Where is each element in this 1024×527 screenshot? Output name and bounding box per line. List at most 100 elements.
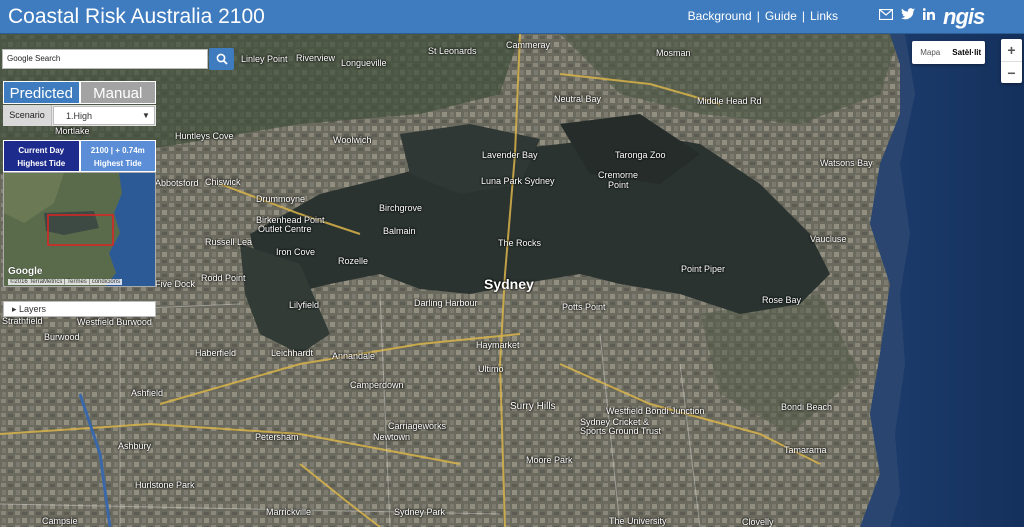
place-label: Carriageworks: [388, 421, 447, 431]
place-label: Darling Harbour: [414, 298, 478, 308]
tide-future-line1: 2100 | + 0.74m: [90, 146, 145, 155]
place-label: Watsons Bay: [820, 158, 873, 168]
place-label: Neutral Bay: [554, 94, 602, 104]
zoom-out-button[interactable]: −: [1001, 62, 1022, 84]
linkedin-icon[interactable]: [923, 8, 935, 20]
app-header: Coastal Risk Australia 2100 Background |…: [0, 0, 1024, 34]
place-label: Sports Ground Trust: [580, 426, 662, 436]
nav-guide-link[interactable]: Guide: [765, 9, 797, 23]
place-label: Westfield Bondi Junction: [606, 406, 705, 416]
place-label: Longueville: [341, 58, 387, 68]
scenario-label: Scenario: [3, 105, 52, 126]
zoom-control: + −: [1001, 39, 1022, 83]
place-label: Riverview: [296, 53, 336, 63]
map-type-map-button[interactable]: Mapa: [912, 48, 949, 57]
header-nav: Background | Guide | Links: [688, 9, 838, 23]
place-label-sydney: Sydney: [484, 276, 534, 292]
tide-future-button[interactable]: 2100 | + 0.74m Highest Tide: [79, 140, 156, 172]
place-label: St Leonards: [428, 46, 477, 56]
mode-tabs: Predicted Manual: [3, 81, 156, 104]
place-label: Russell Lea: [205, 237, 253, 247]
place-label: Strathfield: [2, 316, 43, 326]
place-label: Burwood: [44, 332, 80, 342]
place-label: Potts Point: [562, 302, 606, 312]
place-label: Surry Hills: [510, 401, 556, 412]
place-label: Cammeray: [506, 40, 551, 50]
search-button[interactable]: [209, 48, 234, 70]
tide-selector: Current Day Highest Tide 2100 | + 0.74m …: [3, 140, 156, 172]
place-label: Haymarket: [476, 340, 520, 350]
dropdown-arrow-icon: ▼: [142, 111, 150, 120]
place-label: Lilyfield: [289, 300, 320, 310]
place-label: Leichhardt: [271, 348, 314, 358]
tide-current-line1: Current Day: [18, 146, 65, 155]
place-label: Middle Head Rd: [697, 96, 762, 106]
minimap-attribution: ©2016 TerraMetrics | Termes | condicions: [8, 279, 123, 285]
conditions-link[interactable]: condicions: [92, 279, 120, 285]
place-label: Outlet Centre: [258, 224, 312, 234]
scenario-row: Scenario 1.High ▼: [3, 105, 156, 126]
place-label: Woolwich: [333, 135, 372, 145]
place-label: Hurlstone Park: [135, 480, 195, 490]
layers-toggle[interactable]: ▸ Layers: [3, 301, 156, 317]
attribution-text: ©2016 TerraMetrics: [10, 279, 63, 285]
place-label: Mosman: [656, 48, 691, 58]
ngis-logo[interactable]: ngis: [943, 4, 985, 30]
search-icon: [216, 53, 228, 65]
map-type-control: Mapa Satèl·lit: [912, 41, 985, 64]
place-label: The University: [609, 516, 667, 526]
tab-predicted[interactable]: Predicted: [3, 81, 80, 104]
nav-separator: |: [756, 9, 760, 23]
place-label: Rose Bay: [762, 295, 802, 305]
place-label: Balmain: [383, 226, 416, 236]
terms-link[interactable]: Termes: [67, 279, 87, 285]
place-label: Birchgrove: [379, 203, 423, 213]
place-label: Mortlake: [55, 126, 90, 136]
google-search-input[interactable]: Google Search: [2, 49, 208, 69]
map-type-satellite-button[interactable]: Satèl·lit: [949, 48, 986, 57]
scenario-value: 1.High: [66, 110, 93, 121]
place-label: Sydney Park: [394, 507, 446, 517]
zoom-in-button[interactable]: +: [1001, 39, 1022, 61]
tide-future-line2: Highest Tide: [93, 159, 142, 168]
place-label: Cremorne: [598, 170, 639, 180]
place-label: Campsie: [42, 516, 78, 526]
place-label: Ultimo: [478, 364, 504, 374]
social-links: [879, 8, 935, 20]
scenario-select[interactable]: 1.High ▼: [53, 106, 155, 125]
twitter-icon[interactable]: [901, 8, 915, 20]
place-label: Lavender Bay: [482, 150, 538, 160]
place-label: Bondi Beach: [781, 402, 833, 412]
nav-separator: |: [801, 9, 805, 23]
place-label: Petersham: [255, 432, 299, 442]
overview-minimap[interactable]: Google ©2016 TerraMetrics | Termes | con…: [3, 172, 156, 287]
place-label: The Rocks: [498, 238, 542, 248]
place-label: Marrickville: [266, 507, 311, 517]
place-label: Clovelly: [742, 517, 774, 527]
google-logo: Google: [8, 266, 43, 277]
place-label: Rodd Point: [201, 273, 246, 283]
place-label: Newtown: [373, 432, 411, 442]
place-label: Vaucluse: [810, 234, 847, 244]
place-label: Point: [608, 180, 629, 190]
place-label: Taronga Zoo: [615, 150, 666, 160]
place-label: Five Dock: [155, 279, 196, 289]
tide-current-line2: Highest Tide: [17, 159, 66, 168]
place-label: Tamarama: [784, 445, 827, 455]
place-label: Annandale: [332, 351, 376, 361]
place-label: Rozelle: [338, 256, 369, 266]
place-label: Haberfield: [195, 348, 237, 358]
place-label: Iron Cove: [276, 247, 316, 257]
place-label: Drummoyne: [256, 194, 306, 204]
place-label: Ashfield: [131, 388, 164, 398]
place-label: Linley Point: [241, 54, 288, 64]
nav-links-link[interactable]: Links: [810, 9, 838, 23]
place-label: Point Piper: [681, 264, 726, 274]
place-label: Camperdown: [350, 380, 404, 390]
place-label: Moore Park: [526, 455, 573, 465]
tab-manual[interactable]: Manual: [79, 81, 156, 104]
nav-background-link[interactable]: Background: [688, 9, 752, 23]
place-label: Westfield Burwood: [77, 317, 152, 327]
mail-icon[interactable]: [879, 8, 893, 20]
tide-current-button[interactable]: Current Day Highest Tide: [3, 140, 80, 172]
